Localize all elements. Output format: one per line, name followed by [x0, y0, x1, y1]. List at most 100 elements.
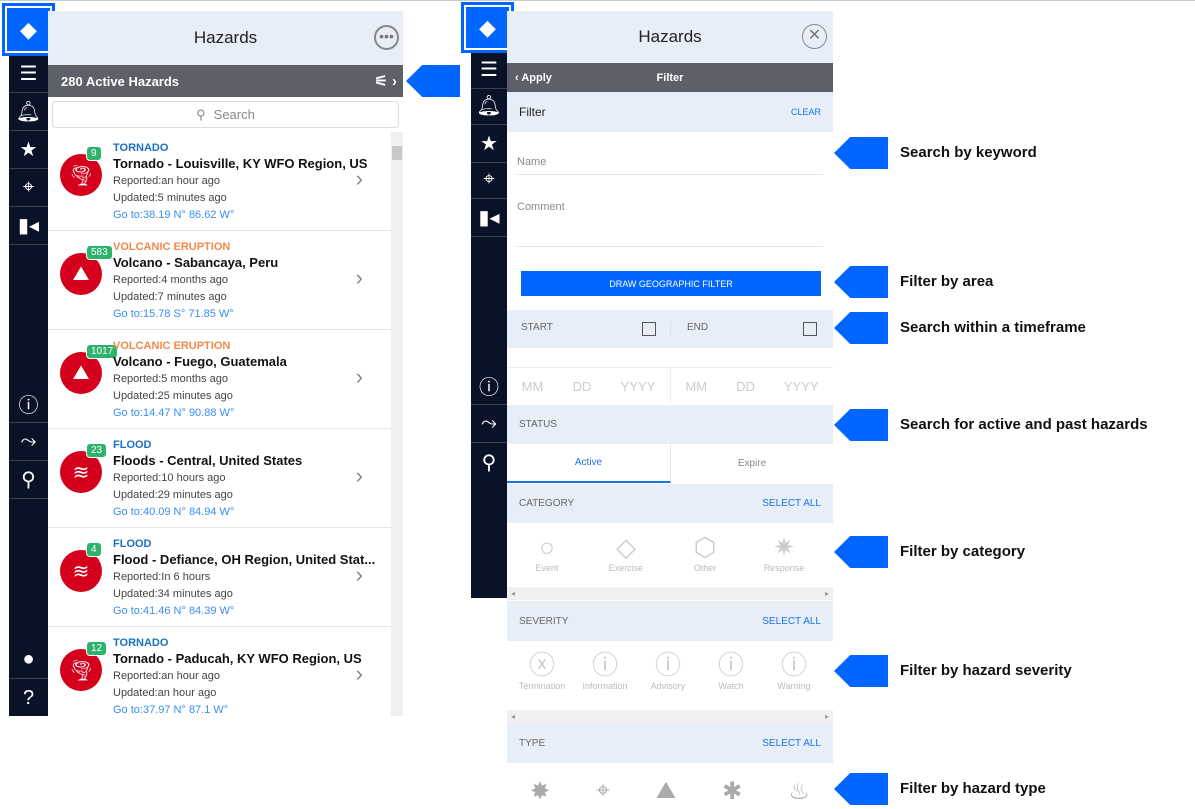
hazard-list-item[interactable]: ≋ 4 FLOOD Flood - Defiance, OH Region, U…: [48, 528, 391, 627]
route-icon[interactable]: ⤳: [471, 405, 507, 443]
start-checkbox[interactable]: [642, 322, 656, 336]
map-pin-icon[interactable]: ⚲: [471, 443, 507, 481]
category-exercise[interactable]: ◇ Exercise: [595, 531, 657, 573]
category-response[interactable]: ✷ Response: [753, 531, 815, 573]
callout-arrow: [834, 137, 888, 169]
hazard-category: TORNADO: [113, 142, 169, 154]
tab-expire[interactable]: Expire: [671, 444, 833, 483]
category-other[interactable]: ⬡ Other: [674, 531, 736, 573]
tab-active[interactable]: Active: [507, 444, 671, 483]
video-camera-icon[interactable]: ▮◂: [9, 207, 48, 245]
star-icon[interactable]: ★: [471, 125, 507, 163]
hazard-goto-link[interactable]: Go to:40.09 N° 84.94 W°: [113, 506, 234, 518]
list-scrollbar[interactable]: [391, 132, 403, 716]
hazard-count-badge: 12: [86, 641, 108, 656]
hazard-updated: Updated:7 minutes ago: [113, 291, 227, 303]
category-event[interactable]: ○ Event: [516, 531, 578, 573]
hazard-category: FLOOD: [113, 439, 152, 451]
chevron-right-icon[interactable]: ›: [356, 562, 363, 588]
end-month-input[interactable]: MM: [685, 379, 707, 394]
info-icon[interactable]: ⓘ: [9, 385, 48, 423]
severity-label: Advisory: [650, 681, 686, 691]
location-signal-icon[interactable]: ⌖: [9, 169, 48, 207]
hazard-count-badge: 583: [86, 245, 113, 260]
star-icon[interactable]: ★: [9, 131, 48, 169]
info-icon[interactable]: ⓘ: [471, 367, 507, 405]
clear-button[interactable]: CLEAR: [791, 107, 821, 117]
search-input[interactable]: ⚲ Search: [52, 101, 399, 128]
landslide-icon[interactable]: ⛰: [656, 777, 676, 806]
hazard-goto-link[interactable]: Go to:14.47 N° 90.88 W°: [113, 407, 234, 419]
severity-section: SEVERITY SELECT ALL: [507, 601, 833, 641]
medical-icon[interactable]: ✱: [722, 777, 742, 806]
type-icons: ✸ ⌖ ⛰ ✱ ♨: [507, 777, 833, 806]
hazard-goto-link[interactable]: Go to:15.78 S° 71.85 W°: [113, 308, 234, 320]
severity-information[interactable]: ⓘ Information: [574, 649, 636, 691]
hazard-list-item[interactable]: ⛰ 1017 VOLCANIC ERUPTION Volcano - Fuego…: [48, 330, 391, 429]
explosion-icon[interactable]: ✸: [530, 777, 550, 806]
video-camera-icon[interactable]: ▮◂: [471, 199, 507, 237]
route-icon[interactable]: ⤳: [9, 423, 48, 461]
vehicle-fire-icon[interactable]: ♨: [788, 777, 810, 806]
name-field[interactable]: Name: [517, 156, 823, 175]
category-section: CATEGORY SELECT ALL: [507, 484, 833, 523]
hazard-list-item[interactable]: 🌪︎ 12 TORNADO Tornado - Paducah, KY WFO …: [48, 627, 391, 716]
apply-button[interactable]: ‹ Apply: [515, 72, 552, 84]
comment-field[interactable]: Comment: [517, 201, 823, 247]
hazard-title: Tornado - Paducah, KY WFO Region, US: [113, 651, 362, 666]
layers-icon[interactable]: ☰: [471, 51, 507, 89]
hazard-goto-link[interactable]: Go to:37.97 N° 87.1 W°: [113, 704, 228, 716]
active-hazards-count: 280 Active Hazards: [61, 73, 180, 89]
callout-arrow: [834, 655, 888, 687]
location-signal-icon[interactable]: ⌖: [471, 161, 507, 199]
hazard-count-badge: 4: [86, 542, 102, 557]
severity-watch[interactable]: ⓘ Watch: [700, 649, 762, 691]
category-scrollbar[interactable]: ◂ ▸: [507, 587, 833, 600]
category-select-all[interactable]: SELECT ALL: [762, 498, 821, 509]
hazard-updated: Updated:an hour ago: [113, 687, 217, 699]
alert-bell-icon[interactable]: 🔔︎: [471, 87, 507, 125]
crosshair-icon[interactable]: ⌖: [596, 777, 610, 806]
end-year-input[interactable]: YYYY: [784, 379, 819, 394]
alert-bell-icon[interactable]: 🔔︎: [9, 93, 48, 131]
chevron-right-icon[interactable]: ›: [356, 166, 363, 192]
severity-warning[interactable]: ⓘ Warning: [763, 649, 825, 691]
hazard-list-item[interactable]: ≋ 23 FLOOD Floods - Central, United Stat…: [48, 429, 391, 528]
end-checkbox[interactable]: [803, 322, 817, 336]
map-pin-icon[interactable]: ⚲: [9, 461, 48, 499]
user-icon[interactable]: ●: [9, 641, 48, 679]
end-day-input[interactable]: DD: [736, 379, 755, 394]
severity-advisory[interactable]: ⓘ Advisory: [637, 649, 699, 691]
hazard-title: Tornado - Louisville, KY WFO Region, US: [113, 156, 368, 171]
chevron-right-icon[interactable]: ›: [356, 463, 363, 489]
chevron-right-icon[interactable]: ›: [356, 661, 363, 687]
draw-geographic-filter-button[interactable]: DRAW GEOGRAPHIC FILTER: [521, 271, 821, 296]
hazard-updated: Updated:29 minutes ago: [113, 489, 233, 501]
hazard-category: TORNADO: [113, 637, 169, 649]
hazard-title: Floods - Central, United States: [113, 453, 303, 468]
filter-sliders-icon[interactable]: ⚟ ›: [374, 72, 397, 90]
callout-arrow: [834, 409, 888, 441]
right-sidebar: ☰ 🔔︎ ★ ⌖ ▮◂ ⓘ ⤳ ⚲: [471, 11, 507, 598]
start-year-input[interactable]: YYYY: [621, 379, 656, 394]
severity-scrollbar[interactable]: ◂ ▸: [507, 710, 833, 723]
more-options-icon[interactable]: •••: [374, 25, 399, 50]
severity-termination[interactable]: ⓧ Termination: [511, 649, 573, 691]
start-month-input[interactable]: MM: [522, 379, 544, 394]
hazard-goto-link[interactable]: Go to:38.19 N° 86.62 W°: [113, 209, 234, 221]
chevron-right-icon[interactable]: ›: [356, 364, 363, 390]
layers-icon[interactable]: ☰: [9, 55, 48, 93]
close-icon[interactable]: ✕: [802, 24, 827, 49]
end-label: END: [687, 322, 709, 333]
chevron-right-icon[interactable]: ›: [356, 265, 363, 291]
hazard-list-item[interactable]: 🌪︎ 9 TORNADO Tornado - Louisville, KY WF…: [48, 132, 391, 231]
severity-select-all[interactable]: SELECT ALL: [762, 616, 821, 627]
type-label: TYPE: [519, 737, 546, 749]
start-day-input[interactable]: DD: [573, 379, 592, 394]
help-icon[interactable]: ?: [9, 679, 48, 717]
hazard-goto-link[interactable]: Go to:41.46 N° 84.39 W°: [113, 605, 234, 617]
start-label: START: [521, 322, 553, 333]
type-select-all[interactable]: SELECT ALL: [762, 738, 821, 749]
hazard-list-item[interactable]: ⛰ 583 VOLCANIC ERUPTION Volcano - Sabanc…: [48, 231, 391, 330]
callout-label: Filter by category: [900, 543, 1026, 560]
